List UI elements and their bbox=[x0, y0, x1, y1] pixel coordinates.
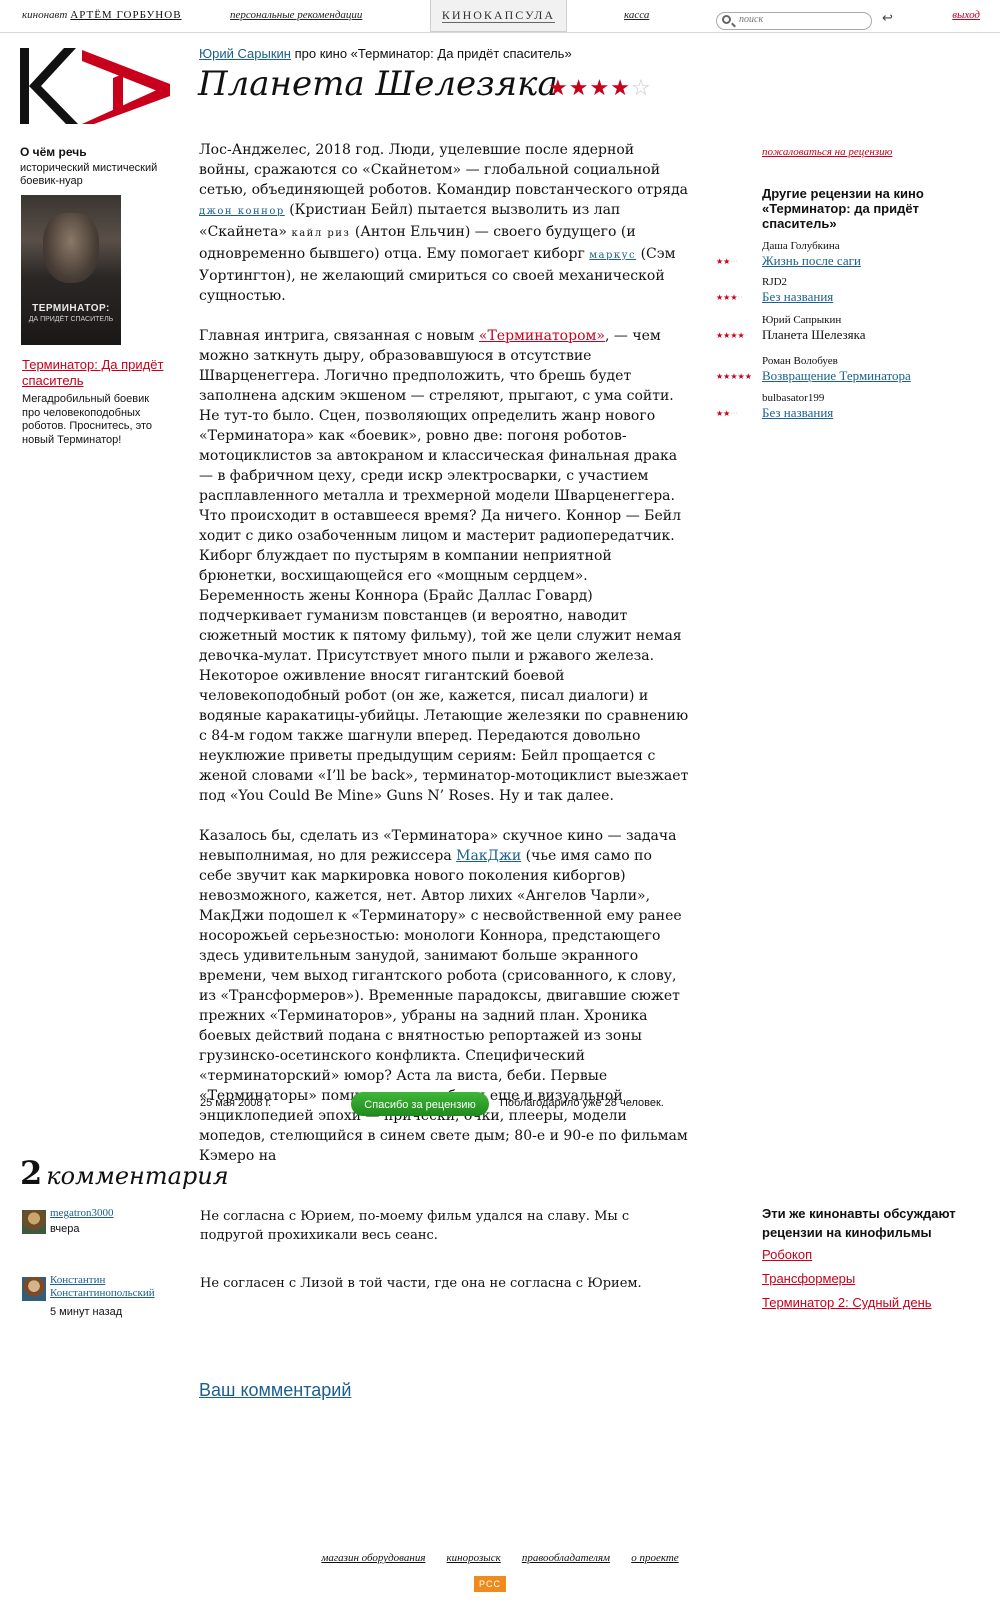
about-title: О чём речь bbox=[20, 145, 87, 159]
review-date: 25 мая 2008 г. bbox=[200, 1097, 272, 1109]
author-link[interactable]: Юрий Сарыкин bbox=[199, 46, 291, 61]
star-icon: ☆ bbox=[630, 76, 652, 101]
comment-time: вчера bbox=[50, 1223, 80, 1235]
comment-time: 5 минут назад bbox=[50, 1306, 123, 1318]
star-icon: · bbox=[744, 331, 748, 340]
other-review-link[interactable]: Без названия bbox=[762, 289, 833, 305]
footer-link-rights[interactable]: правообладателям bbox=[522, 1552, 610, 1564]
star-icon: ★ bbox=[737, 372, 745, 381]
paragraph-text: Главная интрига, связанная с новым bbox=[199, 328, 479, 344]
other-review-rating: ★★★★★ bbox=[716, 372, 752, 381]
other-review-link[interactable]: Без названия bbox=[762, 405, 833, 421]
user-label-text: кинонавт bbox=[22, 9, 68, 21]
film-description: Мегадробильный боевик про человекоподобн… bbox=[22, 393, 153, 446]
complain-link[interactable]: пожаловаться на рецензию bbox=[762, 146, 892, 158]
logout-link[interactable]: выход bbox=[952, 9, 980, 21]
star-icon: · bbox=[735, 409, 738, 418]
comment-author-link[interactable]: megatron3000 bbox=[50, 1207, 200, 1220]
film-poster[interactable]: ТЕРМИНАТОР: ДА ПРИДЁТ СПАСИТЕЛЬ bbox=[21, 195, 121, 345]
other-review-title: Планета Шелезяка bbox=[762, 327, 866, 342]
search-icon bbox=[722, 15, 731, 24]
top-bar: кинонавт АРТЁМ ГОРБУНОВ персональные реко… bbox=[0, 0, 1000, 33]
comments-heading: 2 комментария bbox=[20, 1154, 229, 1192]
other-review-rating: ★★··· bbox=[716, 409, 738, 418]
review-body: Лос-Анджелес, 2018 год. Люди, уцелевшие … bbox=[199, 140, 689, 1186]
site-logo-tab[interactable]: КИНОКАПСУЛА bbox=[430, 0, 567, 32]
star-icon: ★ bbox=[744, 372, 752, 381]
star-icon: ★ bbox=[548, 76, 569, 101]
poster-subtitle: ДА ПРИДЁТ СПАСИТЕЛЬ bbox=[28, 316, 114, 323]
rss-badge[interactable]: РСС bbox=[474, 1576, 506, 1592]
footer-link-about[interactable]: о проекте bbox=[631, 1552, 678, 1564]
user-name-link[interactable]: АРТЁМ ГОРБУНОВ bbox=[70, 9, 181, 21]
thanked-count: Поблагодарило уже 28 человек. bbox=[500, 1097, 664, 1109]
poster-image bbox=[43, 213, 99, 283]
avatar[interactable] bbox=[22, 1277, 46, 1301]
other-review-author: Даша Голубкина bbox=[762, 240, 840, 252]
review-byline: Юрий Сарыкин про кино «Терминатор: Да пр… bbox=[199, 46, 572, 61]
related-link-robocop[interactable]: Робокоп bbox=[762, 1247, 812, 1262]
return-icon[interactable]: ↩ bbox=[882, 11, 893, 26]
other-review-author: bulbasator199 bbox=[762, 392, 825, 404]
other-review-rating: ★★★★· bbox=[716, 331, 747, 340]
star-icon: ★ bbox=[730, 293, 738, 302]
byline-about: про кино «Терминатор: Да придёт спасител… bbox=[294, 46, 572, 61]
poster-title: ТЕРМИНАТОР: bbox=[32, 303, 110, 314]
search-box[interactable] bbox=[716, 12, 872, 30]
director-link[interactable]: МакДжи bbox=[456, 848, 521, 864]
avatar[interactable] bbox=[22, 1210, 46, 1234]
star-icon: · bbox=[740, 293, 743, 302]
user-label: кинонавт АРТЁМ ГОРБУНОВ bbox=[22, 9, 182, 21]
cash-link[interactable]: касса bbox=[624, 9, 649, 21]
related-link-transformers[interactable]: Трансформеры bbox=[762, 1271, 855, 1286]
other-review-author: Юрий Сапрыкин bbox=[762, 314, 842, 326]
paragraph-text: Лос-Анджелес, 2018 год. Люди, уцелевшие … bbox=[199, 142, 689, 198]
film-link[interactable]: Терминатор: Да придёт спаситель bbox=[22, 357, 172, 389]
other-review-link[interactable]: Жизнь после саги bbox=[762, 253, 861, 269]
paragraph: Лос-Анджелес, 2018 год. Люди, уцелевшие … bbox=[199, 140, 689, 306]
star-icon: ★ bbox=[610, 76, 631, 101]
paragraph: Главная интрига, связанная с новым «Терм… bbox=[199, 326, 689, 806]
comments-word: комментария bbox=[46, 1162, 229, 1190]
related-link-terminator-2[interactable]: Терминатор 2: Судный день bbox=[762, 1295, 932, 1310]
your-comment-link[interactable]: Ваш комментарий bbox=[199, 1380, 351, 1401]
comment-text: Не согласен с Лизой в той части, где она… bbox=[200, 1276, 642, 1291]
related-discussions-title: Эти же кинонавты обсуждают рецензии на к… bbox=[762, 1206, 956, 1240]
recommendations-link[interactable]: персональные рекомендации bbox=[230, 9, 362, 21]
character-link-marcus[interactable]: маркус bbox=[589, 250, 636, 261]
star-icon: ★ bbox=[589, 76, 611, 101]
search-input[interactable] bbox=[739, 14, 867, 25]
footer: магазин оборудования кинорозыск правообл… bbox=[0, 1546, 1000, 1565]
paragraph-text: , — чем можно заткнуть дыру, образовавшу… bbox=[199, 328, 689, 804]
comments-count: 2 bbox=[20, 1154, 43, 1192]
site-logo-tab-label: КИНОКАПСУЛА bbox=[441, 8, 556, 23]
other-review-link[interactable]: Возвращение Терминатора bbox=[762, 368, 911, 384]
terminator-link[interactable]: «Терминатором» bbox=[479, 328, 605, 344]
star-icon: ★ bbox=[730, 331, 738, 340]
site-logo[interactable] bbox=[20, 48, 172, 124]
other-review-rating: ★★★·· bbox=[716, 293, 743, 302]
thanks-button[interactable]: Спасибо за рецензию bbox=[351, 1092, 489, 1116]
comment-author-link[interactable]: Константин Константинопольский bbox=[50, 1274, 200, 1300]
other-review-rating: ★★··· bbox=[716, 257, 738, 266]
other-review-author: Роман Волобуев bbox=[762, 355, 838, 367]
star-icon: ★ bbox=[730, 372, 738, 381]
footer-link-shop[interactable]: магазин оборудования bbox=[321, 1552, 425, 1564]
star-icon: ★ bbox=[737, 331, 745, 340]
comment-text: Не согласна с Юрием, по-моему фильм удал… bbox=[200, 1209, 630, 1243]
star-icon: · bbox=[735, 257, 738, 266]
other-review-author: RJD2 bbox=[762, 276, 788, 288]
review-title: Планета Шелезяка bbox=[198, 64, 558, 104]
star-icon: ★ bbox=[568, 76, 590, 101]
review-rating: ★★★★☆ bbox=[548, 76, 652, 101]
genre-text: исторический мистический боевик-нуар bbox=[20, 162, 158, 187]
footer-link-search[interactable]: кинорозыск bbox=[447, 1552, 501, 1564]
character-link-connor[interactable]: джон коннор bbox=[199, 206, 285, 217]
character-name-reese: кайл риз bbox=[291, 228, 351, 239]
other-reviews-title: Другие рецензии на кино «Терминатор: да … bbox=[762, 186, 924, 231]
